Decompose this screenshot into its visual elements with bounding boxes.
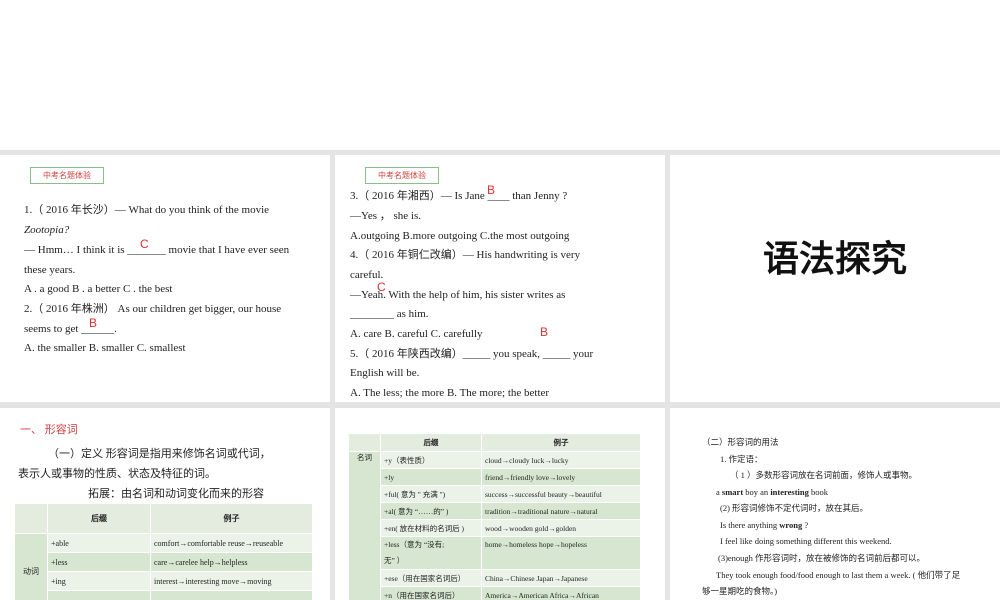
text-line: A . a good B . a better C . the best xyxy=(24,283,173,295)
table-cell: +ful( 意为 " 充满 ") xyxy=(380,485,482,503)
table-cell xyxy=(47,590,151,600)
text-line: （二）形容词的用法 xyxy=(702,437,779,447)
text-line: 拓展：由名词和动词变化而来的形容 xyxy=(88,488,264,500)
table-cell: +al( 意为 “……的” ) xyxy=(380,502,482,520)
text-line: — Hmm… I think it is _______ movie that … xyxy=(24,244,290,256)
text-line: A.outgoing B.more outgoing C.the most ou… xyxy=(350,230,570,242)
table-cell: +less（意为 “没有; 无” ） xyxy=(380,536,482,570)
category-cell: 名词 xyxy=(348,451,381,600)
text-line: ________ as him. xyxy=(350,308,429,320)
text-line: (3)enough 作形容词时，放在被修饰的名词前后都可以。 xyxy=(718,553,926,563)
answer-mark: B xyxy=(487,183,496,197)
text-line: 表示人或事物的性质、状态及特征的词。 xyxy=(18,468,216,480)
slide-3[interactable]: 语法探究 xyxy=(670,155,1000,402)
text-line: 1.（ 2016 年长沙）— What do you think of the … xyxy=(24,204,270,216)
text-line: English will be. xyxy=(350,367,420,379)
text-line: seems to get ______. xyxy=(24,323,117,335)
bold-word: wrong xyxy=(779,520,803,530)
text: book xyxy=(808,487,828,497)
table-header: 例子 xyxy=(150,503,313,534)
table-cell: +n（用在国家名词后） xyxy=(380,586,482,600)
suffix-table: 后缀 例子 动词 +able comfort→comfortable reuse→re… xyxy=(14,503,313,600)
table-cell: comfort→comfortable reuse→reuseable xyxy=(150,533,313,553)
table-cell: +ese（用在国家名词后） xyxy=(380,569,482,587)
table-cell: +ly xyxy=(380,468,482,486)
answer-mark: B xyxy=(540,325,549,339)
text-line: 4.（ 2016 年铜仁改编）— His handwriting is very xyxy=(350,249,581,261)
table-cell: +ing xyxy=(47,571,151,591)
table-header: 后缀 xyxy=(47,503,151,534)
bold-word: smart xyxy=(721,487,744,497)
text-line: I feel like doing something different th… xyxy=(720,536,892,546)
example-line: a smart boy an interesting book xyxy=(716,485,828,499)
table-cell: +able xyxy=(47,533,151,553)
answer-mark: C xyxy=(140,237,149,251)
text-line: They took enough food/food enough to las… xyxy=(716,570,961,580)
slide-5[interactable]: 后缀 例子 名词 +y（表性质） cloud→cloudy luck→lucky +l… xyxy=(335,408,665,600)
text-line: 1. 作定语： xyxy=(720,454,763,464)
text-line: A. care B. careful C. carefully xyxy=(350,328,483,340)
text-line: （一）定义 形容词是指用来修饰名词或代词， xyxy=(48,448,271,460)
section-tag: 中考名题体验 xyxy=(365,167,439,184)
text-line: these years. xyxy=(24,264,76,276)
table-cell: China→Chinese Japan→Japanese xyxy=(481,569,641,587)
answer-mark: C xyxy=(377,280,386,294)
text-line: 3.（ 2016 年湘西）— Is Jane ____ than Jenny ? xyxy=(350,190,568,202)
suffix-table: 后缀 例子 名词 +y（表性质） cloud→cloudy luck→lucky +l… xyxy=(348,433,641,600)
answer-mark: B xyxy=(89,316,98,330)
text: boy an xyxy=(743,487,771,497)
text-line: —Yes ， she is. xyxy=(350,210,422,222)
text-line: A. the smaller B. smaller C. smallest xyxy=(24,342,186,354)
slide-6[interactable]: （二）形容词的用法 1. 作定语： （ 1 ）多数形容词放在名词前面，修饰人或事… xyxy=(670,408,1000,600)
slide-4[interactable]: 一、 形容词 （一）定义 形容词是指用来修饰名词或代词， 表示人或事物的性质、状… xyxy=(0,408,330,600)
table-cell: cloud→cloudy luck→lucky xyxy=(481,451,641,469)
slide-2[interactable]: 中考名题体验 3.（ 2016 年湘西）— Is Jane ____ than … xyxy=(335,155,665,402)
text-line: 够一星期吃的食物。) xyxy=(702,586,778,596)
table-cell: America→American Africa→African xyxy=(481,586,641,600)
section-tag: 中考名题体验 xyxy=(30,167,104,184)
table-header xyxy=(14,503,48,534)
table-cell: +y（表性质） xyxy=(380,451,482,469)
blank-header-area xyxy=(0,0,1000,150)
text: Is there anything xyxy=(720,520,780,530)
table-cell xyxy=(150,590,313,600)
table-cell: +less xyxy=(47,552,151,572)
table-cell: friend→friendly love→lovely xyxy=(481,468,641,486)
text-line: (2) 形容词修饰不定代词时，放在其后。 xyxy=(720,503,869,513)
table-header xyxy=(348,433,381,452)
table-cell: care→carelee help→helpless xyxy=(150,552,313,572)
text-line: （ 1 ）多数形容词放在名词前面，修饰人或事物。 xyxy=(730,470,918,480)
table-cell: home→homeless hope→hopeless xyxy=(481,536,641,570)
table-cell: interest→interesting move→moving xyxy=(150,571,313,591)
category-cell: 动词 xyxy=(14,533,48,600)
slide-title: 语法探究 xyxy=(762,239,907,280)
example-line: Is there anything wrong ? xyxy=(720,518,808,532)
text-line: 2.（ 2016 年株洲） As our children get bigger… xyxy=(24,303,282,315)
table-cell: wood→wooden gold→golden xyxy=(481,519,641,537)
section-heading: 一、 形容词 xyxy=(20,424,78,436)
table-header: 后缀 xyxy=(380,433,482,452)
table-header: 例子 xyxy=(481,433,641,452)
table-cell: tradition→traditional nature→natural xyxy=(481,502,641,520)
slide-1[interactable]: 中考名题体验 1.（ 2016 年长沙）— What do you think … xyxy=(0,155,330,402)
text-line: A. The less; the more B. The more; the b… xyxy=(350,387,550,399)
text: ? xyxy=(802,520,809,530)
bold-word: interesting xyxy=(770,487,809,497)
text-line: Zootopia? xyxy=(24,224,70,236)
table-cell: success→successful beauty→beautiful xyxy=(481,485,641,503)
table-cell: +en( 放在材料的名词后 ) xyxy=(380,519,482,537)
text-line: 5.（ 2016 年陕西改编）_____ you speak, _____ yo… xyxy=(350,348,594,360)
